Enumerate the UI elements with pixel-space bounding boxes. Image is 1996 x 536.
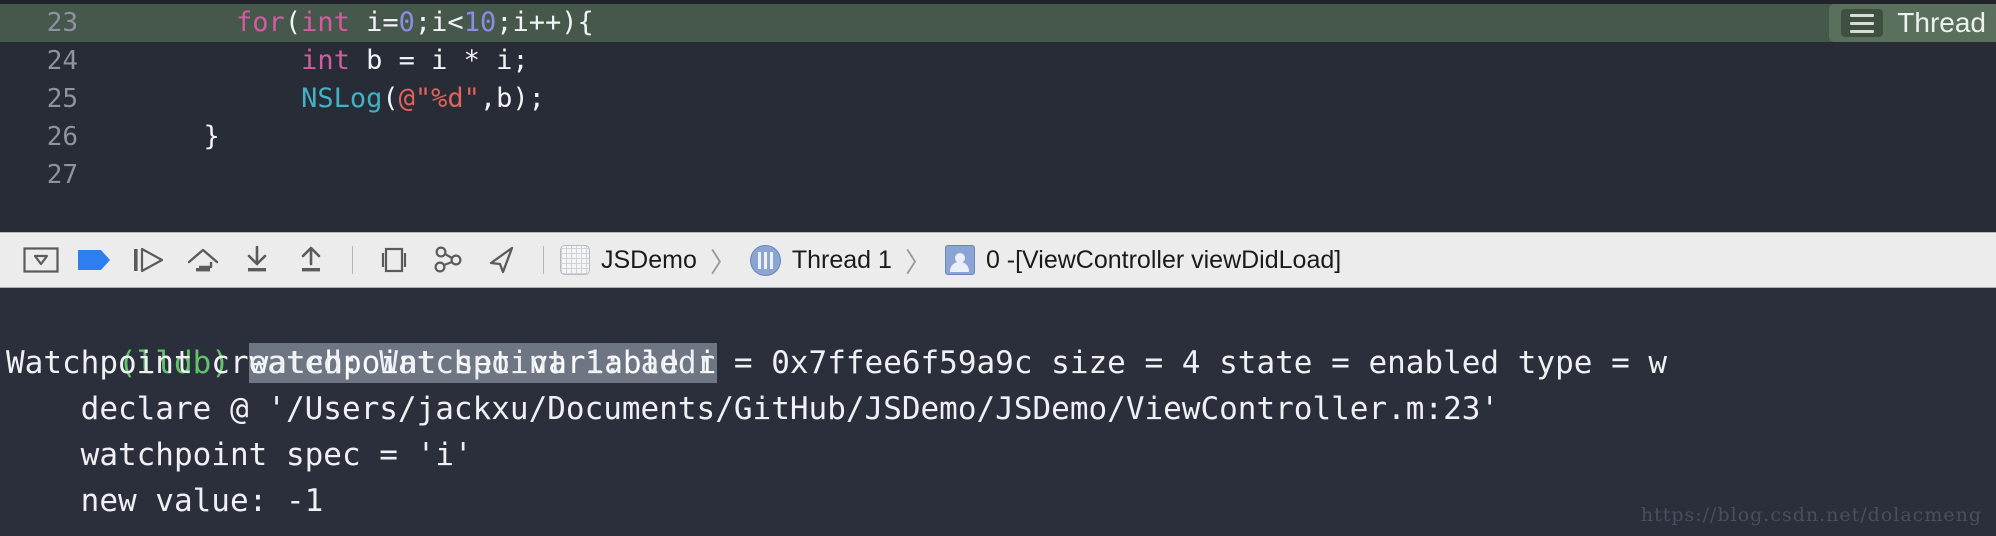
code-token: NSLog bbox=[301, 83, 383, 114]
debug-console[interactable]: (lldb) watchpoint set variable i Watchpo… bbox=[0, 289, 1996, 536]
step-over-icon bbox=[187, 248, 219, 272]
simulate-location-button[interactable] bbox=[475, 237, 529, 283]
step-over-button[interactable] bbox=[176, 237, 230, 283]
code-line[interactable]: 26 } bbox=[0, 118, 1996, 156]
xcode-debug-window: 23 for(int i=0;i<10;i++){24 int b = i * … bbox=[0, 0, 1996, 536]
thread-icon bbox=[749, 244, 781, 276]
continue-button[interactable] bbox=[122, 237, 176, 283]
line-number: 27 bbox=[46, 160, 78, 190]
step-out-icon bbox=[301, 246, 321, 272]
code-text: int b = i * i; bbox=[78, 42, 529, 80]
step-out-button[interactable] bbox=[284, 237, 338, 283]
stack-frame-icon bbox=[944, 245, 975, 275]
debug-toolbar: JSDemo 〉 Thread 1 〉 0 -[ViewController viewD… bbox=[0, 232, 1996, 288]
breadcrumb-label: Thread 1 bbox=[791, 245, 892, 274]
breakpoint-arrow-icon bbox=[78, 250, 110, 270]
code-token: i= bbox=[349, 7, 399, 38]
deactivate-breakpoints-button[interactable] bbox=[68, 237, 122, 283]
code-token: ;i++){ bbox=[496, 7, 594, 38]
code-token: @"%d" bbox=[398, 83, 480, 114]
thread-badge-label: Thread bbox=[1897, 7, 1986, 38]
code-line[interactable]: 27 bbox=[0, 156, 1996, 194]
line-number: 26 bbox=[46, 122, 78, 152]
console-output-line: watchpoint spec = 'i' bbox=[6, 437, 473, 473]
line-number: 24 bbox=[46, 46, 78, 76]
breadcrumb: JSDemo 〉 Thread 1 〉 0 -[ViewController viewD… bbox=[558, 241, 1343, 280]
step-into-icon bbox=[247, 246, 267, 272]
console-output-line: declare @ '/Users/jackxu/Documents/GitHu… bbox=[6, 391, 1500, 427]
hamburger-icon[interactable] bbox=[1841, 9, 1884, 37]
breadcrumb-label: 0 -[ViewController viewDidLoad] bbox=[985, 245, 1342, 274]
toolbar-divider-1 bbox=[352, 246, 353, 274]
source-editor: 23 for(int i=0;i<10;i++){24 int b = i * … bbox=[0, 0, 1996, 232]
toolbar-divider-2 bbox=[543, 246, 544, 274]
code-text: } bbox=[78, 118, 220, 156]
panel-collapse-icon bbox=[23, 247, 59, 273]
code-token: 0 bbox=[398, 7, 415, 38]
code-line[interactable]: 23 for(int i=0;i<10;i++){ bbox=[0, 4, 1996, 42]
hide-debug-area-button[interactable] bbox=[14, 237, 68, 283]
code-line[interactable]: 25 NSLog(@"%d",b); bbox=[0, 80, 1996, 118]
debug-memory-graph-button[interactable] bbox=[421, 237, 475, 283]
code-token: for bbox=[236, 7, 285, 38]
breadcrumb-separator-icon: 〉 bbox=[709, 247, 737, 278]
code-token: ( bbox=[382, 83, 399, 114]
console-output-line: Watchpoint created: Watchpoint 1: addr =… bbox=[6, 345, 1668, 381]
thread-jump-bar-badge[interactable]: Thread bbox=[1829, 4, 1996, 42]
continue-program-icon bbox=[134, 247, 164, 273]
breadcrumb-separator-icon: 〉 bbox=[904, 247, 932, 278]
code-text: NSLog(@"%d",b); bbox=[78, 80, 545, 118]
step-into-button[interactable] bbox=[230, 237, 284, 283]
breadcrumb-label: JSDemo bbox=[601, 245, 697, 274]
breadcrumb-process[interactable]: JSDemo bbox=[558, 245, 699, 275]
memory-graph-icon bbox=[434, 246, 462, 273]
project-icon bbox=[560, 245, 590, 275]
code-token: ,b); bbox=[479, 83, 545, 114]
code-line[interactable]: 24 int b = i * i; bbox=[0, 42, 1996, 80]
code-token: int bbox=[301, 7, 350, 38]
line-number: 23 bbox=[46, 8, 78, 38]
code-token: 10 bbox=[463, 7, 497, 38]
debug-view-hierarchy-button[interactable] bbox=[367, 237, 421, 283]
location-arrow-icon bbox=[489, 246, 514, 274]
breadcrumb-thread[interactable]: Thread 1 bbox=[748, 244, 894, 276]
line-number: 25 bbox=[46, 84, 78, 114]
view-hierarchy-icon bbox=[381, 247, 407, 273]
code-token: b = i * i; bbox=[349, 45, 529, 76]
breadcrumb-frame[interactable]: 0 -[ViewController viewDidLoad] bbox=[943, 245, 1343, 275]
console-output: Watchpoint created: Watchpoint 1: addr =… bbox=[0, 340, 1996, 524]
code-line-list: 23 for(int i=0;i<10;i++){24 int b = i * … bbox=[0, 0, 1996, 194]
code-token: ;i< bbox=[414, 7, 464, 38]
code-token: int bbox=[301, 45, 350, 76]
watermark-url: https://blog.csdn.net/dolacmeng bbox=[1640, 504, 1982, 526]
code-text: for(int i=0;i<10;i++){ bbox=[78, 4, 594, 42]
console-command-line: (lldb) watchpoint set variable i bbox=[0, 294, 1996, 383]
code-token: } bbox=[106, 121, 220, 152]
code-token: ( bbox=[284, 7, 302, 38]
